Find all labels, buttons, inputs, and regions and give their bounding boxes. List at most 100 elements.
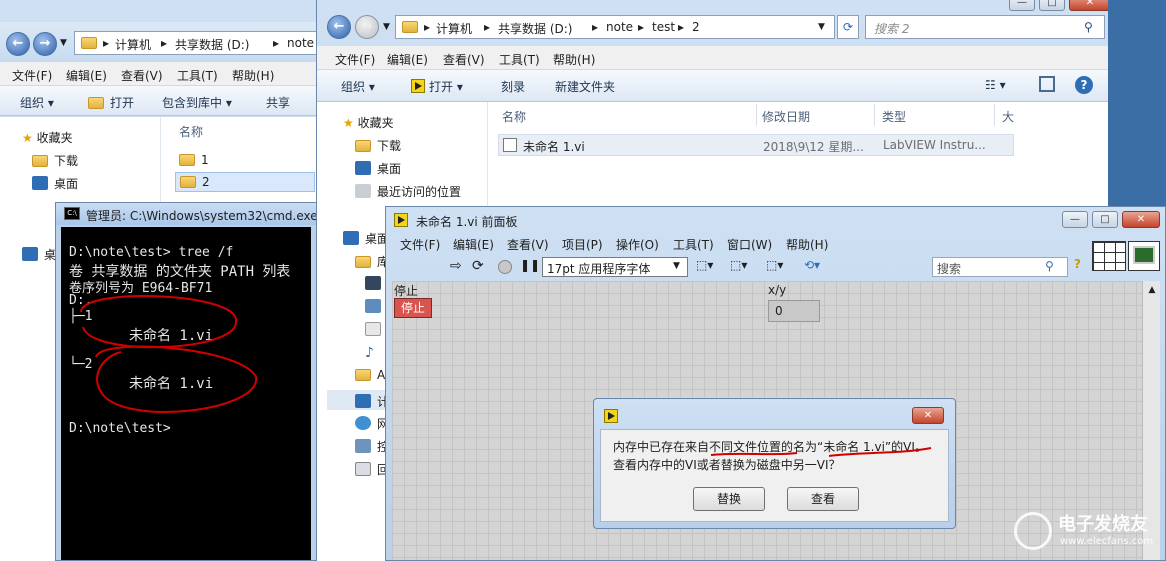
minimize-button[interactable]: — — [1009, 0, 1035, 11]
lv-menu-operate[interactable]: 操作(O) — [616, 236, 659, 253]
open-button[interactable]: 打开 ▾ — [411, 78, 463, 95]
breadcrumb-drive[interactable]: 共享数据 (D:) — [498, 20, 572, 37]
nav-documents-icon[interactable] — [365, 322, 387, 337]
nav-library[interactable]: 库 — [355, 253, 389, 270]
lv-menu-view[interactable]: 查看(V) — [507, 236, 549, 253]
menu-view[interactable]: 查看(V) — [443, 51, 485, 68]
menu-view[interactable]: 查看(V) — [121, 67, 163, 84]
close-button[interactable]: ✕ — [1122, 211, 1160, 228]
column-header-date[interactable]: 修改日期 — [762, 108, 810, 125]
menu-tools[interactable]: 工具(T) — [177, 67, 218, 84]
nav-desktop-2[interactable]: 桌面 — [343, 230, 389, 247]
breadcrumb-drive[interactable]: 共享数据 (D:) — [175, 36, 249, 53]
search-box[interactable]: 搜索 2 ⚲ — [865, 15, 1105, 39]
maximize-button[interactable]: □ — [1039, 0, 1065, 11]
nav-control-panel[interactable]: 控 — [355, 438, 389, 455]
breadcrumb-note[interactable]: note — [606, 20, 633, 34]
file-row[interactable]: 1 — [179, 153, 209, 167]
address-bar[interactable]: ▸ 计算机 ▸ 共享数据 (D:) ▸ note — [74, 31, 316, 55]
include-library-button[interactable]: 包含到库中 ▾ — [162, 94, 232, 111]
open-button[interactable]: 打开 — [88, 94, 134, 111]
menu-file[interactable]: 文件(F) — [335, 51, 375, 68]
replace-button[interactable]: 替换 — [693, 487, 765, 511]
vi-icon[interactable] — [1128, 241, 1160, 271]
breadcrumb-computer[interactable]: 计算机 — [436, 20, 472, 37]
minimize-button[interactable]: — — [1062, 211, 1088, 228]
nav-recycle-bin[interactable]: 回 — [355, 461, 389, 478]
nav-downloads[interactable]: 下载 — [355, 137, 401, 154]
refresh-button[interactable]: ⟳ — [837, 15, 859, 39]
menu-edit[interactable]: 编辑(E) — [66, 67, 107, 84]
lv-menu-help[interactable]: 帮助(H) — [786, 236, 828, 253]
nav-pictures-icon[interactable] — [365, 299, 387, 314]
lv-menu-project[interactable]: 项目(P) — [562, 236, 603, 253]
back-button[interactable]: ← — [6, 32, 30, 56]
nav-favorites[interactable]: ★ 收藏夹 — [22, 129, 73, 146]
align-objects-icon[interactable]: ⬚▾ — [696, 258, 713, 272]
lv-menu-window[interactable]: 窗口(W) — [727, 236, 772, 253]
breadcrumb-test[interactable]: test — [652, 20, 675, 34]
column-header-name[interactable]: 名称 — [502, 108, 526, 125]
nav-recent[interactable]: 最近访问的位置 — [355, 183, 461, 200]
scroll-up-arrow[interactable]: ▲ — [1143, 281, 1161, 299]
reorder-icon[interactable]: ⟲▾ — [804, 258, 820, 272]
nav-user[interactable]: A — [355, 368, 385, 382]
lv-search-box[interactable]: 搜索 ⚲ — [932, 257, 1068, 277]
dialog-close-button[interactable]: ✕ — [912, 407, 944, 424]
resize-objects-icon[interactable]: ⬚▾ — [766, 258, 783, 272]
search-icon[interactable]: ⚲ — [1084, 20, 1093, 34]
nav-desktop-2[interactable]: 桌 — [22, 246, 56, 263]
lv-menu-file[interactable]: 文件(F) — [400, 236, 440, 253]
breadcrumb-computer[interactable]: 计算机 — [115, 36, 151, 53]
file-row[interactable]: 未命名 1.vi 2018\9\12 星期... LabVIEW Instru.… — [498, 134, 1014, 156]
lv-menu-tools[interactable]: 工具(T) — [673, 236, 714, 253]
nav-downloads[interactable]: 下载 — [32, 152, 78, 169]
menu-help[interactable]: 帮助(H) — [232, 67, 274, 84]
maximize-button[interactable]: □ — [1092, 211, 1118, 228]
menu-edit[interactable]: 编辑(E) — [387, 51, 428, 68]
address-dropdown-icon[interactable]: ▼ — [818, 22, 825, 32]
history-dropdown-icon[interactable]: ▼ — [383, 22, 390, 32]
address-bar[interactable]: ▸ 计算机 ▸ 共享数据 (D:) ▸ note ▸ test ▸ 2 ▼ — [395, 15, 835, 39]
search-icon[interactable]: ⚲ — [1045, 259, 1054, 273]
nav-favorites[interactable]: ★ 收藏夹 — [343, 114, 394, 131]
breadcrumb-note[interactable]: note — [287, 36, 314, 50]
menu-tools[interactable]: 工具(T) — [499, 51, 540, 68]
preview-pane-icon[interactable] — [1039, 76, 1055, 92]
burn-button[interactable]: 刻录 — [501, 78, 525, 95]
pause-icon[interactable]: ❚❚ — [520, 258, 540, 272]
breadcrumb-2[interactable]: 2 — [692, 20, 700, 34]
menu-file[interactable]: 文件(F) — [12, 67, 52, 84]
organize-button[interactable]: 组织 ▾ — [341, 78, 375, 95]
column-header-size[interactable]: 大 — [1002, 108, 1014, 125]
context-help-icon[interactable]: ? — [1074, 257, 1081, 271]
new-folder-button[interactable]: 新建文件夹 — [555, 78, 615, 95]
font-select[interactable]: 17pt 应用程序字体 ▼ — [542, 257, 688, 277]
run-continuous-icon[interactable]: ⟳ — [472, 258, 484, 274]
nav-desktop[interactable]: 桌面 — [32, 175, 78, 192]
abort-icon[interactable] — [498, 260, 512, 274]
lv-menu-edit[interactable]: 编辑(E) — [453, 236, 494, 253]
nav-videos-icon[interactable] — [365, 276, 387, 291]
history-dropdown-icon[interactable]: ▼ — [60, 38, 67, 48]
run-arrow-icon[interactable]: ⇨ — [450, 258, 462, 274]
help-icon[interactable]: ? — [1075, 76, 1093, 94]
stop-button[interactable]: 停止 — [394, 298, 432, 318]
forward-button[interactable]: → — [33, 32, 57, 56]
connector-pane-icon[interactable] — [1092, 241, 1126, 271]
nav-desktop[interactable]: 桌面 — [355, 160, 401, 177]
menu-help[interactable]: 帮助(H) — [553, 51, 595, 68]
organize-button[interactable]: 组织 ▾ — [20, 94, 54, 111]
column-header-type[interactable]: 类型 — [882, 108, 906, 125]
share-button[interactable]: 共享 — [266, 94, 290, 111]
close-button[interactable]: ✕ — [1069, 0, 1108, 11]
view-button[interactable]: 查看 — [787, 487, 859, 511]
column-name-header[interactable]: 名称 — [179, 123, 203, 140]
view-options-icon[interactable]: ☷ ▾ — [985, 78, 1006, 92]
distribute-objects-icon[interactable]: ⬚▾ — [730, 258, 747, 272]
file-row-selected[interactable]: 2 — [175, 172, 315, 192]
back-button[interactable]: ← — [327, 15, 351, 39]
forward-button[interactable]: → — [355, 15, 379, 39]
nav-music-icon[interactable]: ♪ — [365, 345, 374, 361]
cmd-console[interactable]: D:\note\test> tree /f 卷 共享数据 的文件夹 PATH 列… — [61, 227, 311, 560]
